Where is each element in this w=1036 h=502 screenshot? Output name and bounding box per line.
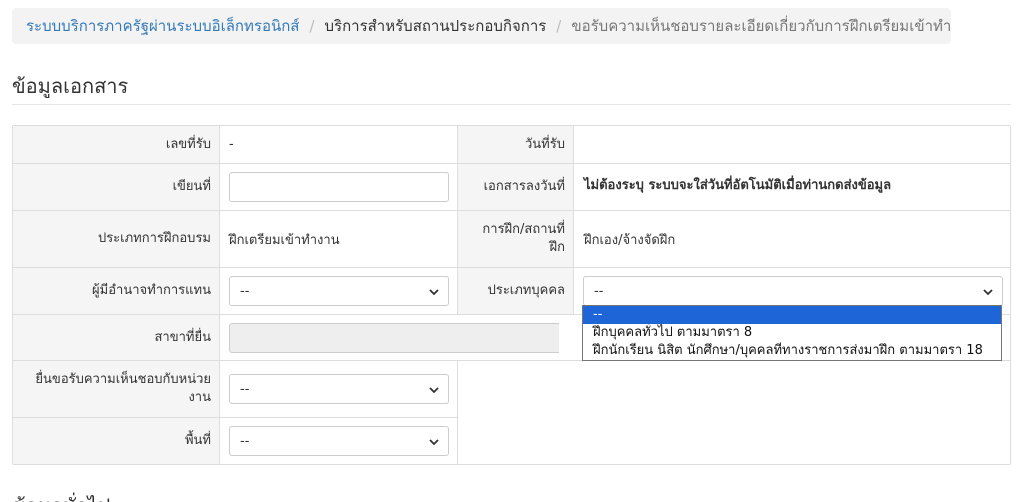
training-place-label-line2: ฝึก [549,240,566,255]
page: ระบบบริการภาครัฐผ่านระบบอิเล็กทรอนิกส์ /… [0,0,1036,502]
submit-unit-selected: -- [240,381,250,397]
branch-label: สาขาที่ยื่น [154,329,212,345]
training-type-value-cell: ฝึกเตรียมเข้าทำงาน [220,211,458,268]
breadcrumb-separator: / [556,17,562,35]
breadcrumb-separator: / [309,17,315,35]
person-type-option[interactable]: ฝึกบุคคลทั่วไป ตามมาตรา 8 [583,324,1001,342]
training-type-value: ฝึกเตรียมเข้าทำงาน [229,232,340,248]
person-type-dropdown-list: -- ฝึกบุคคลทั่วไป ตามมาตรา 8 ฝึกนักเรียน… [582,305,1002,361]
authorized-person-label-cell: ผู้มีอำนาจทำการแทน [13,268,220,315]
doc-date-value-cell: ไม่ต้องระบุ ระบบจะใส่วันที่อัตโนมัติเมื่… [574,164,1010,211]
section-title-document-info: ข้อมูลเอกสาร [12,74,129,98]
breadcrumb-current: ขอรับความเห็นชอบรายละเอียดเกี่ยวกับการฝึ… [571,17,951,35]
breadcrumb-section-link[interactable]: บริการสำหรับสถานประกอบกิจการ [325,14,547,38]
written-at-value-cell [220,164,458,211]
submit-unit-value-cell: -- [220,361,458,418]
receive-no-label: เลขที่รับ [165,136,211,152]
training-place-value: ฝึกเอง/จ้างจัดฝึก [584,232,676,248]
section-title-general-info: ข้อมูลทั่วไป [12,490,110,502]
training-place-label-line1: การฝึก/สถานที่ [482,222,565,237]
person-type-select[interactable]: -- [583,276,1003,306]
area-value-cell: -- [220,418,458,464]
written-at-label: เขียนที่ [172,179,211,194]
receive-date-value-cell [574,126,1010,164]
training-place-value-cell: ฝึกเอง/จ้างจัดฝึก [574,211,1010,268]
section-divider [12,104,1011,105]
chevron-down-icon [429,387,439,394]
training-place-label-cell: การฝึก/สถานที่ ฝึก [458,211,574,268]
area-select[interactable]: -- [229,426,449,456]
doc-date-note: ไม่ต้องระบุ ระบบจะใส่วันที่อัตโนมัติเมื่… [584,178,892,193]
branch-input-disabled [229,322,559,353]
submit-unit-label-line1: ยื่นขอรับความเห็นชอบกับหน่วย [35,372,211,387]
authorized-person-label: ผู้มีอำนาจทำการแทน [92,283,211,298]
person-type-option[interactable]: ฝึกนักเรียน นิสิต นักศึกษา/บุคคลที่ทางรา… [583,342,1001,360]
receive-date-label: วันที่รับ [525,136,565,152]
training-type-label: ประเภทการฝึกอบรม [97,231,211,246]
authorized-person-value-cell: -- [220,268,458,315]
written-at-label-cell: เขียนที่ [13,164,220,211]
document-info-form: เลขที่รับ - วันที่รับ เขียนที่ เอกสารลงว… [12,125,1011,465]
receive-date-label-cell: วันที่รับ [458,126,574,164]
chevron-down-icon [429,439,439,446]
receive-no-label-cell: เลขที่รับ [13,126,220,164]
chevron-down-icon [429,289,439,296]
person-type-label-cell: ประเภทบุคคล [458,268,574,315]
authorized-person-select[interactable]: -- [229,276,449,306]
doc-date-label: เอกสารลงวันที่ [483,179,565,194]
area-label-cell: พื้นที่ [13,418,220,464]
breadcrumb-home-link[interactable]: ระบบบริการภาครัฐผ่านระบบอิเล็กทรอนิกส์ [26,14,299,38]
chevron-down-icon [983,289,993,296]
receive-no-value: - [229,137,234,152]
submit-unit-label-line2: งาน [188,390,211,405]
breadcrumb: ระบบบริการภาครัฐผ่านระบบอิเล็กทรอนิกส์ /… [12,8,951,44]
training-type-label-cell: ประเภทการฝึกอบรม [13,211,220,268]
area-label: พื้นที่ [184,433,211,448]
receive-no-value-cell: - [220,126,458,164]
authorized-person-selected: -- [240,283,250,299]
area-selected: -- [240,433,250,449]
branch-label-cell: สาขาที่ยื่น [13,315,220,361]
person-type-option[interactable]: -- [583,306,1001,324]
person-type-selected: -- [594,283,604,299]
written-at-input[interactable] [229,172,449,202]
person-type-label: ประเภทบุคคล [487,283,565,298]
submit-unit-select[interactable]: -- [229,374,449,404]
submit-unit-label-cell: ยื่นขอรับความเห็นชอบกับหน่วย งาน [13,361,220,418]
doc-date-label-cell: เอกสารลงวันที่ [458,164,574,211]
